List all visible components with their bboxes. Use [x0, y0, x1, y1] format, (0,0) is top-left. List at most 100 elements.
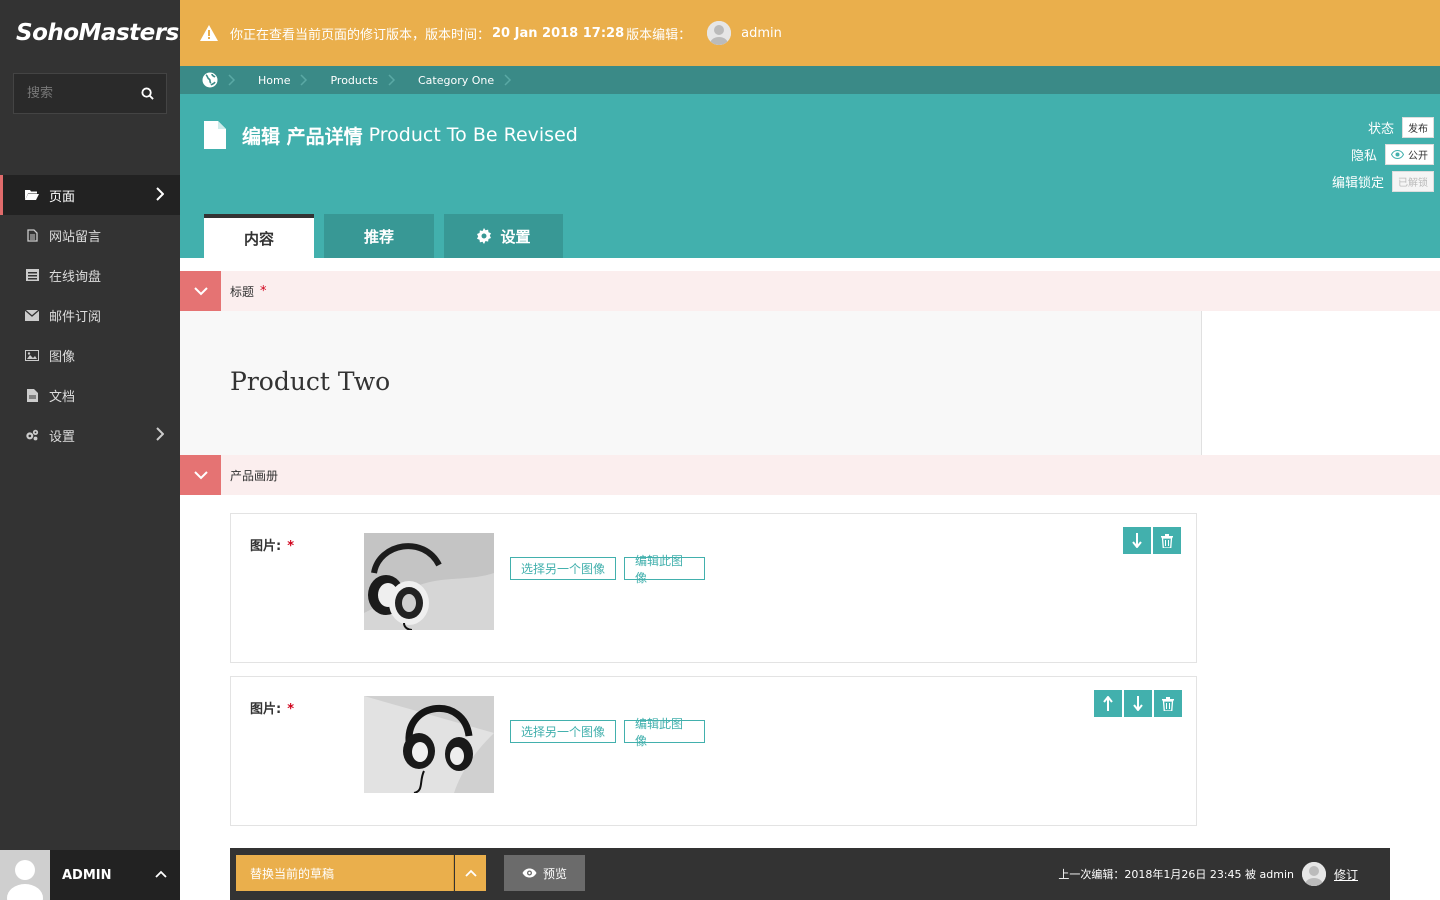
- arrow-up-icon: [1103, 696, 1113, 711]
- chevron-right-icon: [228, 74, 236, 86]
- privacy-value: 公开: [1408, 151, 1428, 162]
- globe-icon[interactable]: [202, 72, 218, 88]
- tab-bar: 内容 推荐 设置: [204, 214, 573, 258]
- sidebar-item-pages[interactable]: 页面: [0, 175, 180, 215]
- page-title-text: Product To Be Revised: [368, 124, 578, 146]
- sidebar-item-subscriptions[interactable]: 邮件订阅: [0, 295, 180, 335]
- trash-icon: [1162, 696, 1174, 711]
- sidebar-item-settings[interactable]: 设置: [0, 415, 180, 455]
- section-label: 标题: [230, 284, 255, 299]
- revisions-link[interactable]: 修订: [1334, 866, 1358, 883]
- sidebar-item-label: 页面: [49, 189, 76, 205]
- gear-icon: [477, 228, 492, 244]
- user-menu[interactable]: ADMIN: [0, 850, 180, 900]
- last-edit-info: 上一次编辑： 2018年1月26日 23:45 被 admin 修订: [1058, 848, 1358, 900]
- chevron-down-icon: [193, 470, 208, 479]
- image-field-label: 图片: *: [250, 535, 294, 554]
- move-up-button[interactable]: [1094, 690, 1122, 717]
- sidebar-nav: 页面 网站留言 在线询盘 邮件订阅 图像 文档 设置: [0, 175, 180, 455]
- warning-icon: [200, 25, 218, 41]
- user-name: ADMIN: [62, 867, 112, 883]
- search-input[interactable]: [14, 74, 134, 113]
- chevron-right-icon: [388, 74, 396, 86]
- sidebar-item-inquiries[interactable]: 在线询盘: [0, 255, 180, 295]
- warning-suffix: 版本编辑：: [626, 27, 692, 43]
- avatar: [707, 21, 732, 45]
- page-header: 编辑 产品详情 Product To Be Revised 状态 发布 隐私 公…: [180, 94, 1440, 258]
- title-value[interactable]: Product Two: [230, 367, 390, 396]
- preview-button[interactable]: 预览: [504, 855, 585, 891]
- page-title: 编辑 产品详情 Product To Be Revised: [204, 121, 578, 149]
- title-section-header: 标题 *: [180, 271, 1440, 311]
- cogs-icon: [25, 428, 39, 442]
- sidebar-item-documents[interactable]: 文档: [0, 375, 180, 415]
- breadcrumb-item-category[interactable]: Category One: [418, 74, 494, 87]
- collapse-toggle[interactable]: [180, 455, 221, 495]
- sidebar-item-label: 邮件订阅: [49, 309, 102, 325]
- edit-image-button[interactable]: 编辑此图像: [624, 554, 705, 585]
- arrow-down-icon: [1132, 533, 1142, 548]
- file-icon: [25, 388, 39, 402]
- delete-button[interactable]: [1153, 527, 1181, 554]
- last-edit-prefix: 上一次编辑：: [1058, 868, 1125, 881]
- move-down-button[interactable]: [1123, 527, 1151, 554]
- file-icon: [204, 121, 226, 149]
- required-marker: *: [287, 702, 295, 717]
- warning-prefix: 你正在查看当前页面的修订版本，版本时间：: [230, 27, 491, 43]
- image-thumbnail[interactable]: [364, 696, 494, 793]
- replace-options-toggle[interactable]: [455, 855, 486, 891]
- image-icon: [25, 348, 39, 362]
- lock-badge[interactable]: 已解锁: [1392, 171, 1434, 192]
- section-label: 产品画册: [230, 468, 279, 483]
- breadcrumb-item-home[interactable]: Home: [258, 74, 290, 87]
- chevron-up-icon: [464, 869, 477, 877]
- file-text-icon: [25, 228, 39, 242]
- gallery-section-header: 产品画册: [180, 455, 1440, 495]
- tab-content[interactable]: 内容: [204, 214, 314, 258]
- list-alt-icon: [25, 268, 39, 282]
- envelope-icon: [25, 308, 39, 322]
- sidebar-item-label: 设置: [49, 429, 76, 445]
- sidebar-item-label: 网站留言: [49, 229, 102, 245]
- status-badge[interactable]: 发布: [1402, 117, 1434, 138]
- chevron-right-icon: [504, 74, 512, 86]
- replace-draft-button[interactable]: 替换当前的草稿: [236, 855, 454, 891]
- tab-label: 设置: [500, 227, 531, 246]
- sidebar-item-messages[interactable]: 网站留言: [0, 215, 180, 255]
- eye-icon: [1391, 150, 1404, 159]
- image-thumbnail[interactable]: [364, 533, 494, 630]
- move-down-button[interactable]: [1124, 690, 1152, 717]
- sidebar-item-label: 图像: [49, 349, 76, 365]
- sidebar-item-label: 在线询盘: [49, 269, 102, 285]
- choose-image-button[interactable]: 选择另一个图像: [510, 557, 616, 580]
- privacy-badge[interactable]: 公开: [1385, 144, 1434, 165]
- tab-settings[interactable]: 设置: [444, 214, 563, 258]
- tab-promote[interactable]: 推荐: [324, 214, 434, 258]
- chevron-right-icon: [156, 187, 164, 201]
- search-box: [13, 73, 167, 114]
- avatar: [0, 850, 50, 900]
- search-icon[interactable]: [141, 87, 154, 100]
- warning-time: 20 Jan 2018 17:28: [492, 25, 625, 41]
- collapse-toggle[interactable]: [180, 271, 221, 311]
- revision-warning-bar: 你正在查看当前页面的修订版本，版本时间： 20 Jan 2018 17:28 版…: [180, 0, 1440, 66]
- required-marker: *: [287, 539, 295, 554]
- page-title-prefix: 编辑 产品详情: [242, 125, 363, 148]
- delete-button[interactable]: [1154, 690, 1182, 717]
- sidebar-item-images[interactable]: 图像: [0, 335, 180, 375]
- status-label: 状态: [1367, 122, 1394, 137]
- folder-open-icon: [25, 188, 39, 202]
- image-label-text: 图片:: [250, 539, 282, 554]
- gallery-item: 图片: * 选择另一个图像 编辑此图像: [230, 676, 1197, 826]
- trash-icon: [1161, 533, 1173, 548]
- edit-image-button[interactable]: 编辑此图像: [624, 717, 705, 748]
- warning-editor: admin: [741, 25, 782, 41]
- chevron-up-icon[interactable]: [155, 870, 167, 878]
- breadcrumb-item-products[interactable]: Products: [330, 74, 378, 87]
- choose-image-button[interactable]: 选择另一个图像: [510, 720, 616, 743]
- action-bar: 替换当前的草稿 预览 上一次编辑： 2018年1月26日 23:45 被 adm…: [230, 848, 1390, 900]
- required-marker: *: [260, 283, 267, 299]
- title-field[interactable]: Product Two: [180, 311, 1202, 455]
- sidebar-item-label: 文档: [49, 389, 76, 405]
- chevron-down-icon: [193, 286, 208, 295]
